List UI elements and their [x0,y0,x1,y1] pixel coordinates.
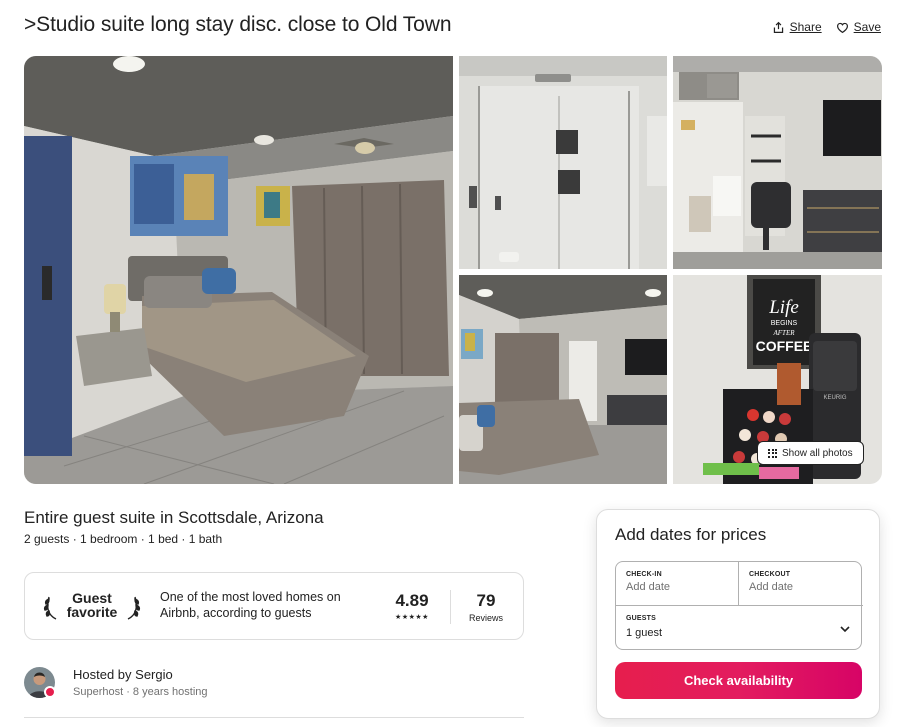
section-divider [24,717,524,718]
keurig-label: KEURIG [823,395,846,401]
guests-value: 1 guest [626,627,663,639]
guest-favorite-card[interactable]: Guest favorite One of the most loved hom… [24,572,524,640]
art-text-life: Life [768,297,799,318]
save-button[interactable]: Save [836,20,881,34]
listing-actions: Share Save [772,20,881,34]
show-all-photos-button[interactable]: Show all photos [757,441,864,465]
guest-favorite-description: One of the most loved homes on Airbnb, a… [160,590,341,620]
checkout-label: CHECKOUT [749,571,791,578]
photo-room-view[interactable] [459,275,667,484]
dates-guests-picker: CHECK-IN Add date CHECKOUT Add date GUES… [615,561,863,651]
checkin-label: CHECK-IN [626,571,662,578]
checkout-field[interactable]: CHECKOUT Add date [739,562,863,605]
rating-stars-icon: ★★★★★ [395,614,429,621]
booking-title: Add dates for prices [615,525,767,544]
art-text-coffee: COFFEE [756,338,813,354]
rating-value: 4.89 [395,591,429,610]
guest-favorite-badge: Guest favorite [43,589,141,625]
check-availability-button[interactable]: Check availability [615,662,862,699]
listing-title: >Studio suite long stay disc. close to O… [24,13,452,36]
art-text-after: AFTER [773,329,796,337]
reviews-count[interactable]: 79 [462,591,510,611]
art-text-begins: BEGINS [771,320,798,327]
guests-label: GUESTS [626,615,656,622]
photo-gallery: Life BEGINS AFTER COFFEE KEURIG [24,56,882,484]
booking-card: Add dates for prices CHECK-IN Add date C… [596,509,880,719]
photo-bedroom[interactable] [24,56,453,484]
chevron-down-icon [840,626,850,633]
grid-icon [768,448,777,458]
reviews-label[interactable]: Reviews [462,613,510,623]
share-icon [773,21,783,33]
divider [450,590,451,624]
host-subtitle: Superhost · 8 years hosting [73,686,208,698]
share-button[interactable]: Share [772,20,822,34]
save-label: Save [853,20,881,34]
checkin-field[interactable]: CHECK-IN Add date [616,562,739,605]
photo-workspace[interactable] [673,56,882,269]
superhost-badge-icon [44,686,56,698]
listing-facts: 2 guests · 1 bedroom · 1 bed · 1 bath [24,532,223,546]
checkin-value: Add date [626,581,671,593]
laurel-right-icon [127,596,141,620]
listing-type: Entire guest suite in Scottsdale, Arizon… [24,508,324,527]
show-all-photos-label: Show all photos [782,447,853,459]
photo-bathroom[interactable] [459,56,667,269]
heart-icon [836,22,848,33]
host-name: Hosted by Sergio [73,667,173,682]
share-label: Share [789,20,822,34]
guests-select[interactable]: GUESTS 1 guest [616,605,863,651]
checkout-value: Add date [749,581,794,593]
